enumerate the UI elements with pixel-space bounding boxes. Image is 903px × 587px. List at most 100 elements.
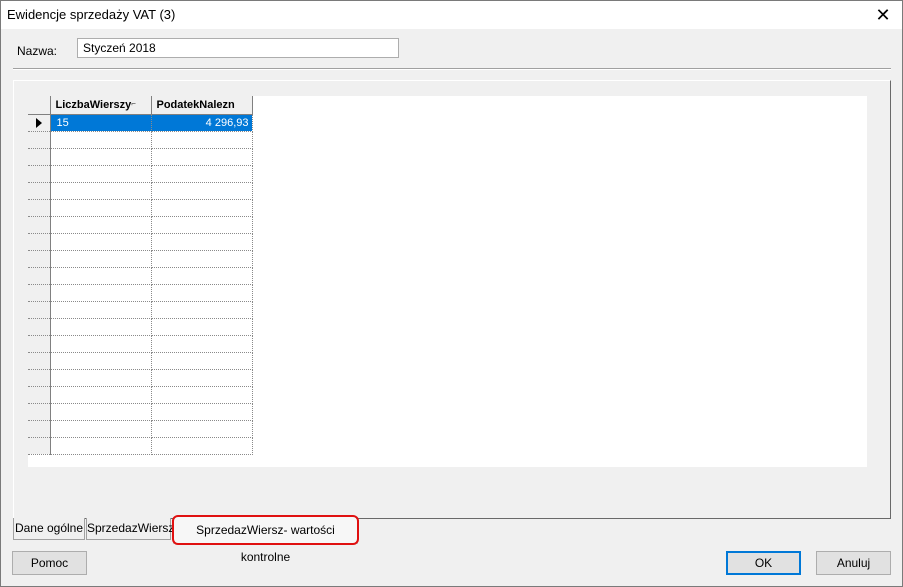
name-input[interactable] [77,38,399,58]
ok-button[interactable]: OK [726,551,801,575]
empty-cell[interactable] [50,165,152,183]
empty-cell[interactable] [151,386,253,404]
separator [13,68,891,70]
title-bar: Ewidencje sprzedaży VAT (3) ✕ [1,1,902,29]
row-indicator [28,437,51,455]
empty-cell[interactable] [151,352,253,370]
empty-cell[interactable] [50,148,152,166]
empty-row[interactable] [28,216,253,234]
row-indicator [28,114,51,132]
empty-cell[interactable] [50,335,152,353]
empty-cell[interactable] [50,267,152,285]
tab-strip: Dane ogólne SprzedazWiersz SprzedazWiers… [12,517,512,564]
empty-cell[interactable] [151,199,253,217]
empty-row[interactable] [28,301,253,319]
empty-cell[interactable] [151,182,253,200]
empty-cell[interactable] [50,318,152,336]
empty-row[interactable] [28,284,253,302]
empty-cell[interactable] [151,267,253,285]
empty-row[interactable] [28,335,253,353]
row-indicator [28,284,51,302]
row-indicator [28,182,51,200]
table-row[interactable]: 15 4 296,93 [28,114,253,132]
tab-sprzedaz-wiersz[interactable]: SprzedazWiersz [86,518,174,540]
empty-cell[interactable] [50,403,152,421]
column-header-liczba-wierszy[interactable]: LiczbaWierszy⌐ [50,96,152,115]
header-indicator-cell [28,96,51,115]
sort-icon: ⌐ [131,98,136,108]
empty-cell[interactable] [151,233,253,251]
empty-cell[interactable] [50,182,152,200]
empty-cell[interactable] [50,284,152,302]
name-label: Nazwa: [17,44,58,58]
empty-cell[interactable] [151,131,253,149]
row-indicator [28,403,51,421]
empty-cell[interactable] [151,284,253,302]
row-indicator [28,386,51,404]
empty-cell[interactable] [50,369,152,387]
current-row-arrow-icon [36,117,42,128]
cell-liczba-wierszy[interactable]: 15 [50,114,152,132]
empty-cell[interactable] [50,301,152,319]
window-title: Ewidencje sprzedaży VAT (3) [7,7,176,22]
column-header-podatek-nalezny[interactable]: PodatekNalezn [151,96,253,115]
empty-cell[interactable] [151,250,253,268]
grid-header-row: LiczbaWierszy⌐ PodatekNalezn [28,96,253,115]
empty-row[interactable] [28,233,253,251]
empty-cell[interactable] [151,216,253,234]
empty-row[interactable] [28,148,253,166]
row-indicator [28,250,51,268]
data-grid[interactable]: LiczbaWierszy⌐ PodatekNalezn 15 4 296,93 [28,96,867,467]
empty-cell[interactable] [50,216,152,234]
tab-dane-ogolne[interactable]: Dane ogólne [13,518,85,540]
empty-row[interactable] [28,386,253,404]
empty-cell[interactable] [151,403,253,421]
tab-sprzedaz-wiersz-wartosci-kontrolne[interactable]: SprzedazWiersz- wartości kontrolne [173,517,358,564]
empty-row[interactable] [28,403,253,421]
empty-row[interactable] [28,352,253,370]
close-icon: ✕ [875,4,891,25]
empty-row[interactable] [28,267,253,285]
row-indicator [28,369,51,387]
empty-cell[interactable] [50,250,152,268]
row-indicator [28,318,51,336]
row-indicator [28,165,51,183]
empty-row[interactable] [28,250,253,268]
empty-row[interactable] [28,131,253,149]
row-indicator [28,335,51,353]
empty-row[interactable] [28,437,253,455]
empty-cell[interactable] [151,165,253,183]
empty-cell[interactable] [50,199,152,217]
empty-cell[interactable] [151,335,253,353]
row-indicator [28,148,51,166]
grid-table: LiczbaWierszy⌐ PodatekNalezn 15 4 296,93 [28,96,253,455]
empty-cell[interactable] [50,233,152,251]
empty-cell[interactable] [151,420,253,438]
row-indicator [28,301,51,319]
row-indicator [28,352,51,370]
empty-cell[interactable] [50,352,152,370]
empty-row[interactable] [28,199,253,217]
cancel-button[interactable]: Anuluj [816,551,891,575]
empty-cell[interactable] [50,437,152,455]
empty-cell[interactable] [151,301,253,319]
row-indicator [28,131,51,149]
row-indicator [28,420,51,438]
empty-cell[interactable] [50,386,152,404]
help-button[interactable]: Pomoc [12,551,87,575]
row-indicator [28,233,51,251]
close-button[interactable]: ✕ [864,1,902,29]
empty-cell[interactable] [50,131,152,149]
empty-row[interactable] [28,369,253,387]
empty-row[interactable] [28,165,253,183]
cell-podatek-nalezny[interactable]: 4 296,93 [151,114,253,132]
empty-cell[interactable] [151,369,253,387]
row-indicator [28,216,51,234]
empty-cell[interactable] [151,437,253,455]
empty-cell[interactable] [151,148,253,166]
empty-row[interactable] [28,318,253,336]
empty-row[interactable] [28,182,253,200]
empty-cell[interactable] [151,318,253,336]
empty-cell[interactable] [50,420,152,438]
empty-row[interactable] [28,420,253,438]
